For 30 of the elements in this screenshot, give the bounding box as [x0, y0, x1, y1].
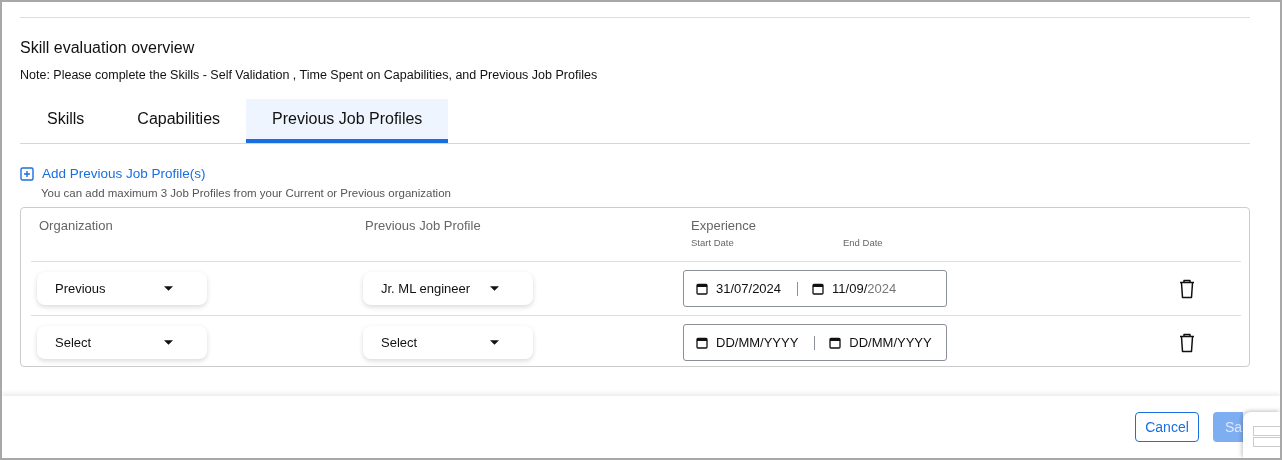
column-header: Previous Job Profile	[364, 218, 482, 233]
job-profile-dropdown[interactable]: Jr. ML engineer	[363, 272, 533, 305]
calendar-icon	[696, 282, 708, 295]
date-range-field[interactable]: DD/MM/YYYY DD/MM/YYYY	[683, 324, 947, 361]
tab[interactable]: Capabilities	[111, 99, 247, 143]
caret-icon	[164, 286, 173, 291]
organization-dropdown[interactable]: Select	[37, 326, 207, 359]
calendar-icon	[812, 282, 825, 295]
calendar-icon	[696, 336, 708, 349]
tab[interactable]: Previous Job Profiles	[246, 99, 449, 143]
date-range-field[interactable]: 31/07/2024 11/09/2024	[683, 270, 947, 307]
caret-icon	[164, 340, 173, 345]
job-profile-dropdown[interactable]: Select	[363, 326, 533, 359]
delete-icon[interactable]	[1179, 332, 1195, 353]
hint-text: You can add maximum 3 Job Profiles from your Current or Previous organization	[41, 187, 452, 199]
calendar-icon	[829, 336, 842, 349]
organization-dropdown[interactable]: Previous	[37, 272, 207, 305]
column-header: Experience	[690, 218, 758, 233]
add-profile-link[interactable]: Add Previous Job Profile(s)	[42, 166, 206, 181]
caret-icon	[490, 340, 499, 345]
cancel-button[interactable]: Cancel	[1135, 412, 1199, 442]
note-text: Note: Please complete the Skills - Self Validation , Time Spent on Capabilities, and Previous Job Profiles	[20, 68, 599, 82]
add-icon[interactable]	[20, 166, 34, 181]
column-header: Organization	[38, 218, 114, 233]
delete-icon[interactable]	[1179, 278, 1195, 299]
caret-icon	[490, 286, 499, 291]
end-date-label: End Date	[843, 237, 883, 248]
tab[interactable]: Skills	[20, 99, 112, 143]
start-date-label: Start Date	[691, 237, 735, 248]
section-title: Skill evaluation overview	[20, 39, 196, 57]
